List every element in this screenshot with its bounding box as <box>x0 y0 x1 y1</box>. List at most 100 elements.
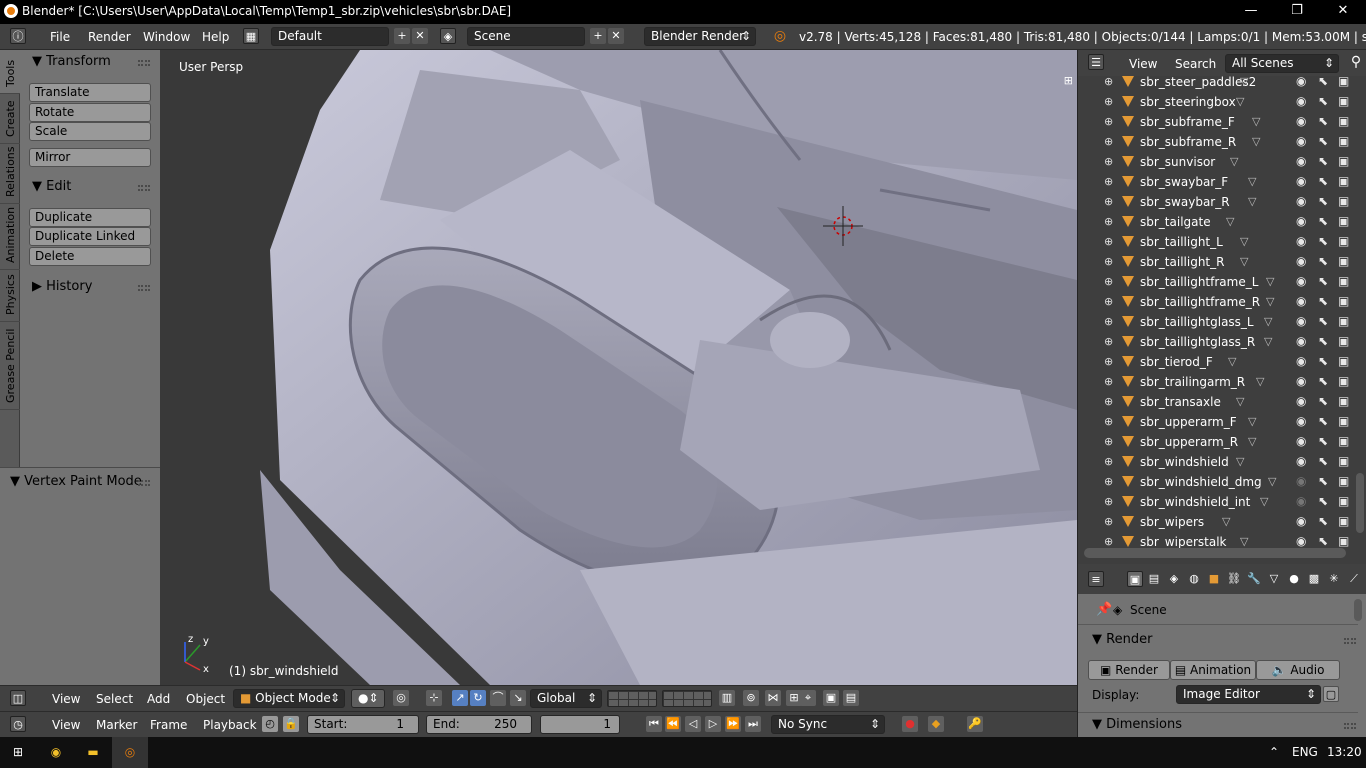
mesh-data-icon[interactable]: ▽ <box>1264 315 1272 328</box>
selectable-cursor-icon[interactable]: ⬉ <box>1318 394 1328 408</box>
selectable-cursor-icon[interactable]: ⬉ <box>1318 454 1328 468</box>
expand-icon[interactable]: ⊕ <box>1104 415 1113 428</box>
menu-render[interactable]: Render <box>88 30 131 44</box>
visibility-eye-icon[interactable]: ◉ <box>1296 234 1306 248</box>
rotate-arc-icon[interactable]: ⌒ <box>490 690 506 706</box>
selectable-cursor-icon[interactable]: ⬉ <box>1318 474 1328 488</box>
mesh-data-icon[interactable]: ▽ <box>1260 495 1268 508</box>
lock-time-icon[interactable]: 🔒 <box>283 716 299 732</box>
mesh-data-icon[interactable]: ▽ <box>1264 335 1272 348</box>
mesh-data-icon[interactable]: ▽ <box>1256 375 1264 388</box>
outliner-menu-search[interactable]: Search <box>1175 57 1216 71</box>
animation-button[interactable]: ▤ Animation <box>1170 660 1256 680</box>
outliner-row[interactable]: ⊕ sbr_sunvisor ▽ ◉ ⬉ ▣ <box>1082 152 1363 172</box>
render-camera-icon[interactable]: ▣ <box>1338 154 1349 168</box>
mesh-data-icon[interactable]: ▽ <box>1236 395 1244 408</box>
mesh-data-icon[interactable]: ▽ <box>1266 275 1274 288</box>
render-camera-icon[interactable]: ▣ <box>1338 374 1349 388</box>
viewport-shading-select[interactable]: ●⇕ <box>351 689 385 708</box>
jump-keyframe-forward-icon[interactable]: ⏩ <box>725 716 741 732</box>
outliner-row[interactable]: ⊕ sbr_upperarm_F ▽ ◉ ⬉ ▣ <box>1082 412 1363 432</box>
mesh-data-icon[interactable]: ▽ <box>1228 355 1236 368</box>
scale-manipulator-icon[interactable]: ↘ <box>510 690 526 706</box>
visibility-eye-icon[interactable]: ◉ <box>1296 414 1306 428</box>
expand-icon[interactable]: ⊕ <box>1104 535 1113 548</box>
mesh-data-icon[interactable]: ▽ <box>1226 215 1234 228</box>
selectable-cursor-icon[interactable]: ⬉ <box>1318 74 1328 88</box>
outliner-object-name[interactable]: sbr_steeringbox <box>1140 95 1236 109</box>
scene-tab-icon[interactable]: ◈ <box>1166 571 1182 587</box>
object-tab-icon[interactable]: ■ <box>1206 571 1222 587</box>
selectable-cursor-icon[interactable]: ⬉ <box>1318 354 1328 368</box>
outliner-row[interactable]: ⊕ sbr_windshield_dmg ▽ ◉ ⬉ ▣ <box>1082 472 1363 492</box>
outliner-object-name[interactable]: sbr_taillight_R <box>1140 255 1224 269</box>
expand-icon[interactable]: ⊕ <box>1104 395 1113 408</box>
selectable-cursor-icon[interactable]: ⬉ <box>1318 374 1328 388</box>
visibility-eye-icon[interactable]: ◉ <box>1296 154 1306 168</box>
outliner-row[interactable]: ⊕ sbr_windshield_int ▽ ◉ ⬉ ▣ <box>1082 492 1363 512</box>
render-animation-icon[interactable]: ▤ <box>843 690 859 706</box>
outliner-object-name[interactable]: sbr_windshield <box>1140 455 1229 469</box>
expand-icon[interactable]: ⊕ <box>1104 155 1113 168</box>
mesh-data-icon[interactable]: ▽ <box>1240 255 1248 268</box>
lock-layers-icon[interactable]: ▥ <box>719 690 735 706</box>
selectable-cursor-icon[interactable]: ⬉ <box>1318 414 1328 428</box>
current-frame-field[interactable]: 1 <box>540 715 620 734</box>
3d-view-editor-icon[interactable]: ◫ <box>10 690 26 706</box>
translate-button[interactable]: Translate <box>29 83 151 102</box>
selectable-cursor-icon[interactable]: ⬉ <box>1318 434 1328 448</box>
data-tab-icon[interactable]: ▽ <box>1266 571 1282 587</box>
vertex-paint-mode-header[interactable]: ▼ Vertex Paint Mode <box>10 474 142 489</box>
scale-button[interactable]: Scale <box>29 122 151 141</box>
render-camera-icon[interactable]: ▣ <box>1338 514 1349 528</box>
outliner-row[interactable]: ⊕ sbr_taillightframe_R ▽ ◉ ⬉ ▣ <box>1082 292 1363 312</box>
outliner-row[interactable]: ⊕ sbr_taillight_L ▽ ◉ ⬉ ▣ <box>1082 232 1363 252</box>
visibility-eye-icon[interactable]: ◉ <box>1296 334 1306 348</box>
delete-button[interactable]: Delete <box>29 247 151 266</box>
expand-icon[interactable]: ⊕ <box>1104 75 1113 88</box>
visibility-eye-icon[interactable]: ◉ <box>1296 474 1306 488</box>
mesh-data-icon[interactable]: ▽ <box>1240 235 1248 248</box>
mesh-data-icon[interactable]: ▽ <box>1252 115 1260 128</box>
visibility-eye-icon[interactable]: ◉ <box>1296 294 1306 308</box>
outliner-object-name[interactable]: sbr_taillightframe_L <box>1140 275 1258 289</box>
timeline-menu-view[interactable]: View <box>52 718 80 732</box>
outliner-row[interactable]: ⊕ sbr_taillightframe_L ▽ ◉ ⬉ ▣ <box>1082 272 1363 292</box>
blender-taskbar-icon[interactable]: ◎ <box>112 737 148 768</box>
visibility-eye-icon[interactable]: ◉ <box>1296 274 1306 288</box>
render-camera-icon[interactable]: ▣ <box>1338 214 1349 228</box>
render-panel-header[interactable]: ▼ Render <box>1092 632 1152 647</box>
selectable-cursor-icon[interactable]: ⬉ <box>1318 94 1328 108</box>
play-reverse-icon[interactable]: ◁ <box>685 716 701 732</box>
translate-manipulator-icon[interactable]: ↗ <box>452 690 468 706</box>
layout-field[interactable]: Default <box>271 27 389 46</box>
expand-icon[interactable]: ⊕ <box>1104 255 1113 268</box>
expand-icon[interactable]: ⊕ <box>1104 195 1113 208</box>
render-camera-icon[interactable]: ▣ <box>1338 174 1349 188</box>
render-camera-icon[interactable]: ▣ <box>1338 134 1349 148</box>
outliner-menu-view[interactable]: View <box>1129 57 1157 71</box>
duplicate-linked-button[interactable]: Duplicate Linked <box>29 227 151 246</box>
render-camera-icon[interactable]: ▣ <box>1338 334 1349 348</box>
close-button[interactable]: ✕ <box>1320 0 1366 24</box>
add-scene-icon[interactable]: + <box>590 28 606 44</box>
scene-icon[interactable]: ◈ <box>440 28 456 44</box>
menu-select[interactable]: Select <box>96 692 133 706</box>
render-camera-icon[interactable]: ▣ <box>1338 454 1349 468</box>
expand-icon[interactable]: ⊕ <box>1104 315 1113 328</box>
selectable-cursor-icon[interactable]: ⬉ <box>1318 214 1328 228</box>
mirror-button[interactable]: Mirror <box>29 148 151 167</box>
selectable-cursor-icon[interactable]: ⬉ <box>1318 114 1328 128</box>
selectable-cursor-icon[interactable]: ⬉ <box>1318 494 1328 508</box>
outliner-row[interactable]: ⊕ sbr_swaybar_F ▽ ◉ ⬉ ▣ <box>1082 172 1363 192</box>
outliner-object-name[interactable]: sbr_steer_paddles2 <box>1140 75 1256 89</box>
jump-keyframe-back-icon[interactable]: ⏪ <box>665 716 681 732</box>
info-editor-icon[interactable]: ⓘ <box>10 28 26 44</box>
outliner-object-name[interactable]: sbr_swaybar_R <box>1140 195 1230 209</box>
minimize-button[interactable]: — <box>1228 0 1274 24</box>
add-layout-icon[interactable]: + <box>394 28 410 44</box>
visibility-eye-icon[interactable]: ◉ <box>1296 254 1306 268</box>
selectable-cursor-icon[interactable]: ⬉ <box>1318 274 1328 288</box>
grip-icon[interactable] <box>1344 638 1356 644</box>
outliner-object-name[interactable]: sbr_windshield_int <box>1140 495 1250 509</box>
